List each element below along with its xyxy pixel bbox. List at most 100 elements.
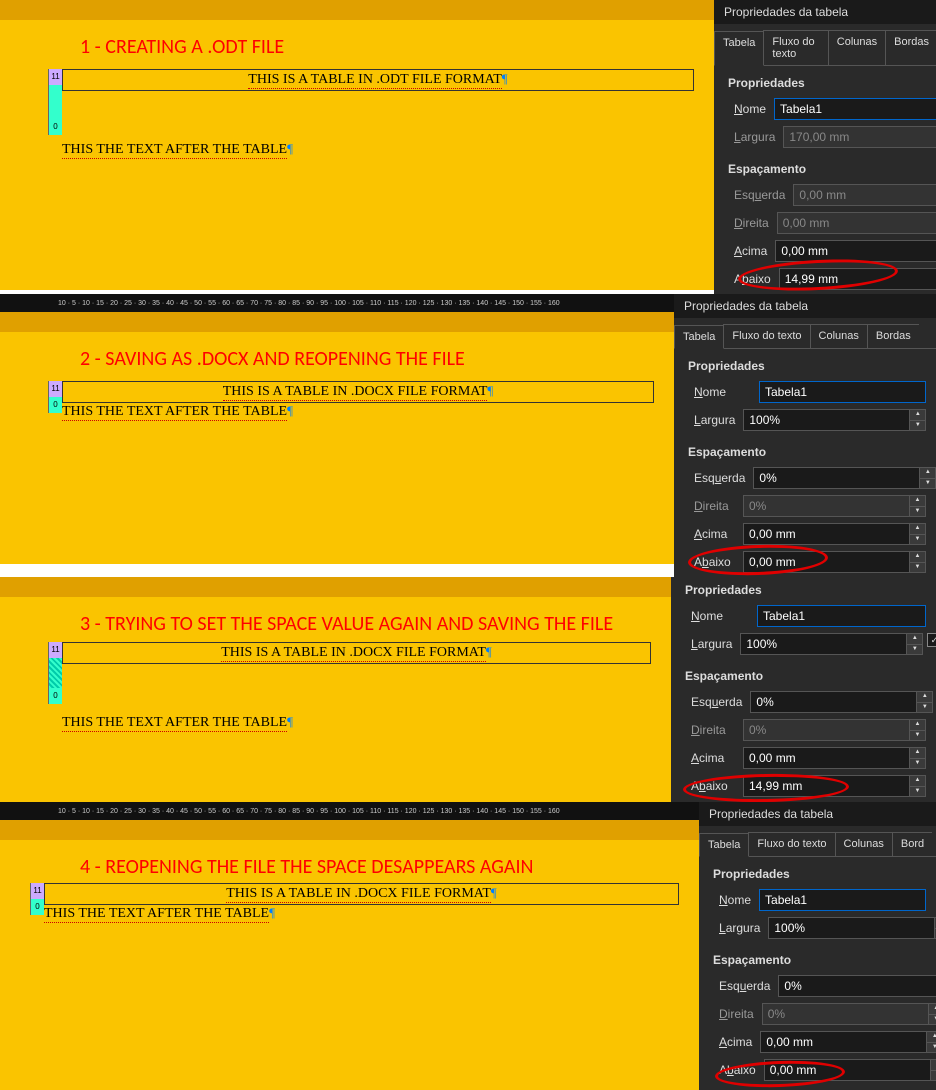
input-direita: [743, 719, 910, 741]
input-nome[interactable]: [759, 889, 926, 911]
input-acima[interactable]: [775, 240, 936, 262]
tab-colunas[interactable]: Colunas: [835, 832, 893, 856]
pilcrow-icon: ¶: [487, 383, 493, 398]
input-largura[interactable]: [743, 409, 910, 431]
input-abaixo[interactable]: [764, 1059, 931, 1081]
tab-fluxo[interactable]: Fluxo do texto: [748, 832, 835, 856]
gutter-fontsize: 11: [48, 69, 62, 85]
input-direita: [762, 1003, 929, 1025]
page-top-band: [0, 312, 674, 332]
document-area: 10 · 5 · 10 · 15 · 20 · 25 · 30 · 35 · 4…: [0, 294, 674, 564]
table-cell-text: THIS IS A TABLE IN .ODT FILE FORMAT: [248, 72, 502, 89]
table-cell-text: THIS IS A TABLE IN .DOCX FILE FORMAT: [221, 645, 486, 662]
spinner[interactable]: ▲▼: [920, 467, 936, 489]
input-esquerda[interactable]: [750, 691, 917, 713]
tab-bordas[interactable]: Bord: [892, 832, 932, 856]
section-espacamento: Espaçamento: [714, 152, 936, 182]
spinner[interactable]: ▲▼: [910, 747, 926, 769]
page-top-band: [0, 820, 699, 840]
page-top-band: [0, 0, 714, 20]
spinner[interactable]: ▲▼: [910, 775, 926, 797]
section-propriedades: Propriedades: [699, 857, 936, 887]
gutter-fontsize: 11: [30, 883, 44, 899]
spinner[interactable]: ▲▼: [929, 1003, 936, 1025]
input-acima[interactable]: [743, 747, 910, 769]
label-acima: Acima: [734, 244, 767, 258]
body-paragraph[interactable]: THIS THE TEXT AFTER THE TABLE¶: [62, 664, 671, 732]
spinner[interactable]: ▲▼: [910, 495, 926, 517]
gutter-marker-0: 0: [48, 397, 62, 413]
input-abaixo[interactable]: [743, 775, 910, 797]
panel-title: Propriedades da tabela: [714, 0, 936, 24]
document-area: 1 - CREATING A .ODT FILE 11 0 THIS IS A …: [0, 0, 714, 290]
label-abaixo: Abaixo: [734, 272, 771, 286]
checkbox-relative[interactable]: ✓: [927, 633, 936, 647]
input-nome[interactable]: [759, 381, 926, 403]
section-espacamento: Espaçamento: [671, 659, 936, 689]
tab-tabela[interactable]: Tabela: [714, 31, 764, 66]
table-cell[interactable]: THIS IS A TABLE IN .DOCX FILE FORMAT¶: [62, 381, 654, 403]
tab-tabela[interactable]: Tabela: [699, 833, 749, 857]
tab-fluxo[interactable]: Fluxo do texto: [763, 30, 828, 65]
step-title: 4 - REOPENING THE FILE THE SPACE DESAPPE…: [0, 840, 699, 883]
body-paragraph[interactable]: THIS THE TEXT AFTER THE TABLE¶: [44, 905, 699, 923]
tab-bordas[interactable]: Bordas: [885, 30, 936, 65]
pilcrow-icon: ¶: [491, 885, 497, 900]
label-largura: Largura: [691, 637, 732, 651]
label-nome: Nome: [691, 609, 749, 623]
input-abaixo[interactable]: [743, 551, 910, 573]
input-esquerda[interactable]: [778, 975, 936, 997]
label-esquerda: Esquerda: [691, 695, 742, 709]
input-abaixo[interactable]: [779, 268, 936, 290]
step-title: 3 - TRYING TO SET THE SPACE VALUE AGAIN …: [0, 597, 671, 636]
tab-colunas[interactable]: Colunas: [810, 324, 868, 348]
spinner[interactable]: ▲▼: [931, 1059, 936, 1081]
input-acima[interactable]: [760, 1031, 927, 1053]
input-largura[interactable]: [740, 633, 907, 655]
spinner[interactable]: ▲▼: [910, 409, 926, 431]
input-esquerda[interactable]: [753, 467, 920, 489]
pilcrow-icon: ¶: [269, 905, 275, 920]
section-espacamento: Espaçamento: [699, 943, 936, 973]
gutter-marker-0: 0: [48, 688, 62, 704]
spinner[interactable]: ▲▼: [917, 691, 933, 713]
pilcrow-icon: ¶: [502, 71, 508, 86]
label-acima: Acima: [719, 1035, 752, 1049]
spinner[interactable]: ▲▼: [910, 523, 926, 545]
label-nome: Nome: [694, 385, 751, 399]
spinner[interactable]: ▲▼: [910, 551, 926, 573]
tab-bordas[interactable]: Bordas: [867, 324, 919, 348]
pilcrow-icon: ¶: [287, 141, 293, 156]
input-nome[interactable]: [774, 98, 936, 120]
label-esquerda: Esquerda: [719, 979, 770, 993]
spinner[interactable]: ▲▼: [910, 719, 926, 741]
table-cell[interactable]: THIS IS A TABLE IN .DOCX FILE FORMAT¶: [62, 642, 651, 664]
gutter-marker-0: 0: [30, 899, 44, 915]
body-paragraph[interactable]: THIS THE TEXT AFTER THE TABLE¶: [62, 91, 714, 159]
table-cell[interactable]: THIS IS A TABLE IN .ODT FILE FORMAT¶: [62, 69, 694, 91]
tab-tabela[interactable]: Tabela: [674, 325, 724, 349]
input-direita: [743, 495, 910, 517]
spinner[interactable]: ▲▼: [907, 633, 923, 655]
spinner[interactable]: ▲▼: [927, 1031, 936, 1053]
pilcrow-icon: ¶: [287, 714, 293, 729]
input-largura[interactable]: [768, 917, 935, 939]
document-area: 3 - TRYING TO SET THE SPACE VALUE AGAIN …: [0, 577, 671, 802]
label-direita: Direita: [691, 723, 735, 737]
input-esquerda: [793, 184, 936, 206]
tab-colunas[interactable]: Colunas: [828, 30, 886, 65]
section-espacamento: Espaçamento: [674, 435, 936, 465]
label-esquerda: Esquerda: [694, 471, 745, 485]
label-largura: Largura: [719, 921, 760, 935]
label-direita: Direita: [734, 216, 769, 230]
label-nome: Nome: [719, 893, 751, 907]
section-propriedades: Propriedades: [671, 577, 936, 603]
input-acima[interactable]: [743, 523, 910, 545]
tab-fluxo[interactable]: Fluxo do texto: [723, 324, 810, 348]
body-paragraph[interactable]: THIS THE TEXT AFTER THE TABLE¶: [62, 403, 674, 421]
table-cell[interactable]: THIS IS A TABLE IN .DOCX FILE FORMAT¶: [44, 883, 679, 905]
gutter-marker-0: 0: [48, 119, 62, 135]
label-direita: Direita: [694, 499, 735, 513]
input-nome[interactable]: [757, 605, 926, 627]
label-direita: Direita: [719, 1007, 754, 1021]
